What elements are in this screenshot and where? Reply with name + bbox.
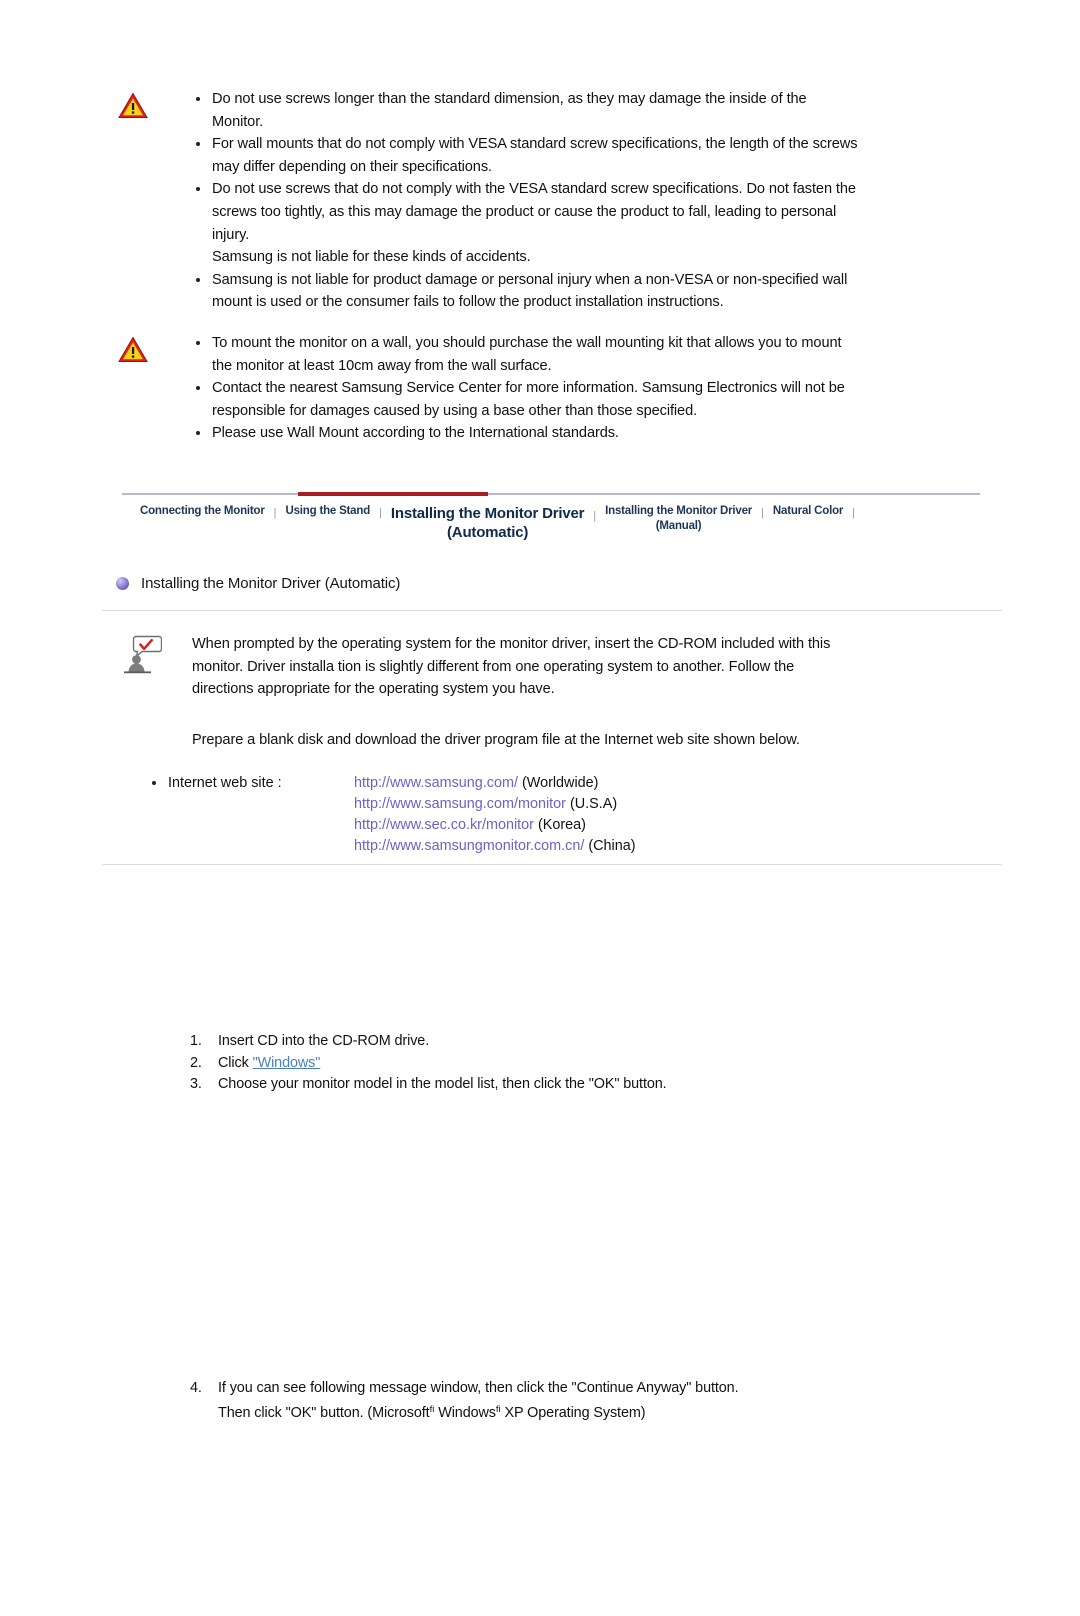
website-link-usa[interactable]: http://www.samsung.com/monitor	[354, 796, 566, 812]
website-region-korea: (Korea)	[533, 816, 586, 833]
step-text-line-2b: Windows	[434, 1405, 496, 1422]
website-list: Internet web site : http://www.samsung.c…	[0, 773, 1080, 856]
note-person-checkmark-icon	[124, 635, 162, 674]
tab-installing-the-monitor-driver-automatic[interactable]: Installing the Monitor Driver (Automatic…	[391, 504, 585, 542]
warning-item: Samsung is not liable for product damage…	[190, 269, 860, 314]
note-body: When prompted by the operating system fo…	[192, 633, 852, 751]
website-link-china[interactable]: http://www.samsungmonitor.com.cn/	[354, 838, 584, 854]
warning-item: To mount the monitor on a wall, you shou…	[190, 332, 860, 377]
step-item-3: 3. Choose your monitor model in the mode…	[190, 1074, 1080, 1096]
warning-item: Contact the nearest Samsung Service Cent…	[190, 377, 860, 422]
step-text: Choose your monitor model in the model l…	[218, 1076, 667, 1093]
section-heading: Installing the Monitor Driver (Automatic…	[0, 574, 1080, 593]
website-region-usa: (U.S.A)	[565, 796, 618, 813]
warning-icon-cell	[118, 88, 190, 119]
step-text: Insert CD into the CD-ROM drive.	[218, 1033, 430, 1050]
website-list-lines: http://www.samsung.com/ (Worldwide) http…	[354, 773, 1080, 856]
step-item-1: 1. Insert CD into the CD-ROM drive.	[190, 1031, 1080, 1053]
steps-list-2: 4. If you can see following message wind…	[0, 1378, 1080, 1425]
warning-item: Please use Wall Mount according to the I…	[190, 422, 860, 445]
warning-item: Do not use screws that do not comply wit…	[190, 178, 860, 268]
tab-installing-the-monitor-driver-manual[interactable]: Installing the Monitor Driver (Manual)	[605, 504, 752, 534]
list-item: http://www.samsungmonitor.com.cn/ (China…	[354, 836, 1080, 857]
website-region-worldwide: (Worldwide)	[517, 775, 599, 792]
windows-link[interactable]: "Windows"	[253, 1055, 321, 1071]
tabnav-active-indicator	[298, 491, 488, 496]
note-icon-cell	[122, 633, 192, 677]
purple-sphere-bullet-icon	[116, 576, 129, 590]
step-number: 1.	[190, 1033, 202, 1050]
warning-icon-cell	[118, 332, 190, 363]
list-item: http://www.samsung.com/ (Worldwide)	[354, 773, 1080, 794]
section-divider	[102, 609, 1002, 611]
note-paragraph-1: When prompted by the operating system fo…	[192, 635, 831, 698]
tabnav-rule	[122, 492, 980, 495]
warning-item-text: Samsung is not liable for product damage…	[212, 271, 848, 311]
warning-item-text: To mount the monitor on a wall, you shou…	[212, 334, 842, 374]
page-title: Installing the Monitor Driver (Automatic…	[141, 574, 401, 592]
website-link-worldwide[interactable]: http://www.samsung.com/	[354, 775, 518, 791]
step-text-line-2c: XP Operating System)	[500, 1405, 646, 1422]
tab-navigation: Connecting the Monitor | Using the Stand…	[0, 491, 1080, 542]
warning-list-1: Do not use screws longer than the standa…	[190, 88, 860, 314]
warning-item: For wall mounts that do not comply with …	[190, 133, 860, 178]
tab-using-the-stand[interactable]: Using the Stand	[286, 504, 371, 519]
warning-list-2: To mount the monitor on a wall, you shou…	[190, 332, 860, 445]
step-text-line-1: If you can see following message window,…	[218, 1379, 739, 1396]
tab-separator: |	[761, 506, 764, 519]
warning-item-text: Do not use screws that do not comply wit…	[212, 181, 856, 266]
step-item-4: 4. If you can see following message wind…	[190, 1378, 1080, 1425]
tab-separator: |	[593, 509, 597, 522]
tab-natural-color[interactable]: Natural Color	[773, 504, 843, 519]
note-block: When prompted by the operating system fo…	[0, 633, 1080, 751]
list-item: http://www.sec.co.kr/monitor (Korea)	[354, 815, 1080, 836]
warning-item-text: Please use Wall Mount according to the I…	[212, 425, 619, 442]
website-region-china: (China)	[584, 837, 636, 854]
tab-separator: |	[379, 506, 382, 519]
note-paragraph-2: Prepare a blank disk and download the dr…	[192, 731, 800, 748]
step-item-2: 2. Click "Windows"	[190, 1053, 1080, 1075]
step-text-line-2a: Then click "OK" button. (Microsoft	[218, 1405, 430, 1422]
list-item: http://www.samsung.com/monitor (U.S.A)	[354, 794, 1080, 815]
warning-triangle-icon	[118, 92, 148, 118]
tab-separator: |	[852, 506, 856, 519]
tab-separator: |	[273, 506, 277, 519]
websites-divider	[102, 864, 1002, 866]
warning-item-text: Do not use screws longer than the standa…	[212, 91, 807, 130]
warning-item: Do not use screws longer than the standa…	[190, 88, 860, 133]
warning-block-2: To mount the monitor on a wall, you shou…	[0, 332, 1080, 445]
step-number: 4.	[190, 1379, 202, 1396]
step-text-before: Click	[218, 1054, 253, 1071]
steps-list-1: 1. Insert CD into the CD-ROM drive. 2. C…	[0, 1031, 1080, 1096]
warning-item-text: Contact the nearest Samsung Service Cent…	[212, 380, 845, 419]
step-number: 3.	[190, 1076, 202, 1093]
tabnav-items: Connecting the Monitor | Using the Stand…	[0, 493, 1080, 542]
website-link-korea[interactable]: http://www.sec.co.kr/monitor	[354, 817, 534, 833]
step-number: 2.	[190, 1054, 202, 1071]
warning-item-text: For wall mounts that do not comply with …	[212, 136, 858, 175]
warning-triangle-icon	[118, 336, 148, 362]
website-list-label: Internet web site :	[146, 773, 354, 794]
tab-connecting-the-monitor[interactable]: Connecting the Monitor	[140, 504, 265, 519]
warning-block-1: Do not use screws longer than the standa…	[0, 88, 1080, 314]
